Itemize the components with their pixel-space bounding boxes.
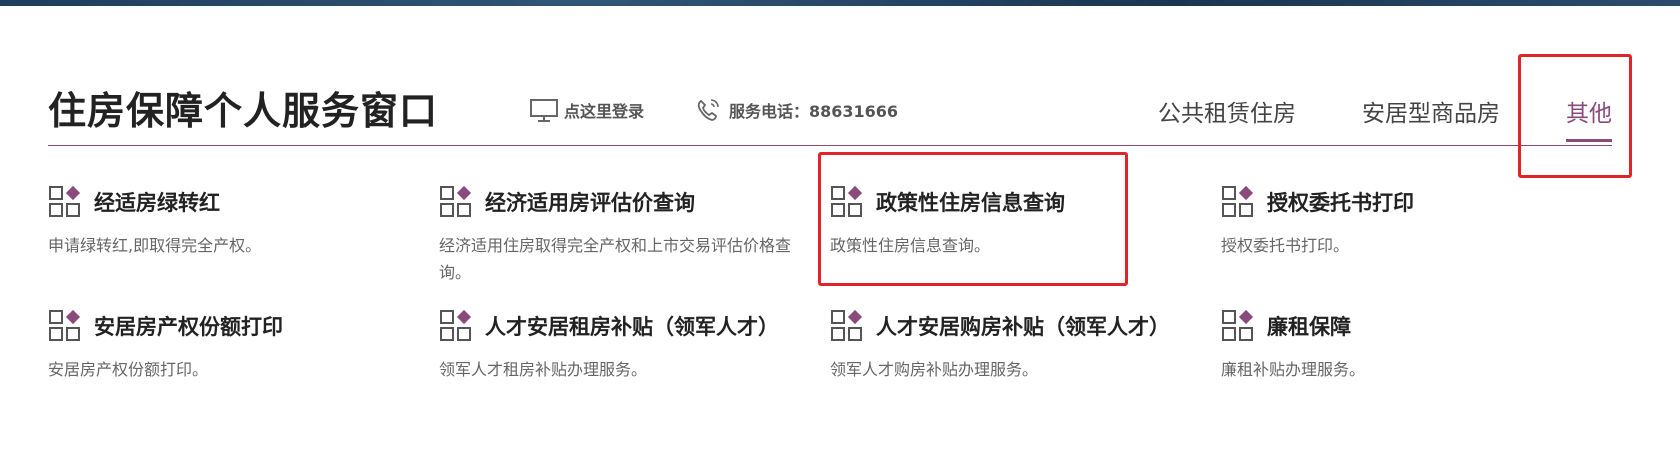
- service-title: 政策性住房信息查询: [876, 191, 1065, 215]
- grid-diamond-icon: [49, 309, 81, 341]
- service-title: 经适房绿转红: [94, 191, 220, 215]
- phone-label: 服务电话：88631666: [729, 102, 899, 121]
- service-card-property-share-print[interactable]: 安居房产权份额打印 安居房产权份额打印。: [48, 308, 439, 408]
- top-banner-image: [0, 0, 1680, 6]
- service-title: 人才安居购房补贴（领军人才）: [876, 315, 1170, 339]
- service-card-talent-rental-subsidy[interactable]: 人才安居租房补贴（领军人才） 领军人才租房补贴办理服务。: [439, 308, 830, 408]
- service-title: 人才安居租房补贴（领军人才）: [485, 315, 779, 339]
- monitor-icon: [530, 99, 558, 122]
- category-tabs: 公共租赁住房 安居型商品房 其他: [1092, 94, 1612, 142]
- grid-diamond-icon: [831, 185, 863, 217]
- service-card-talent-purchase-subsidy[interactable]: 人才安居购房补贴（领军人才） 领军人才购房补贴办理服务。: [830, 308, 1221, 408]
- grid-diamond-icon: [440, 185, 472, 217]
- service-grid: 经适房绿转红 申请绿转红,即取得完全产权。 经济适用房评估价查询 经济适用住房取…: [48, 184, 1608, 408]
- service-title: 授权委托书打印: [1267, 191, 1414, 215]
- grid-diamond-icon: [49, 185, 81, 217]
- grid-diamond-icon: [1222, 309, 1254, 341]
- grid-diamond-icon: [1222, 185, 1254, 217]
- grid-diamond-icon: [440, 309, 472, 341]
- tab-affordable-commodity-housing[interactable]: 安居型商品房: [1362, 94, 1500, 142]
- tab-label: 公共租赁住房: [1158, 101, 1296, 127]
- service-description: 授权委托书打印。: [1221, 236, 1350, 255]
- service-phone: 服务电话：88631666: [693, 96, 898, 124]
- service-description: 领军人才租房补贴办理服务。: [439, 360, 648, 379]
- header: 住房保障个人服务窗口 点这里登录 服务电话：88631666 公共租赁住房 安居…: [48, 70, 1612, 146]
- service-description: 申请绿转红,即取得完全产权。: [48, 236, 262, 255]
- service-title: 安居房产权份额打印: [94, 315, 283, 339]
- service-card-green-to-red[interactable]: 经适房绿转红 申请绿转红,即取得完全产权。: [48, 184, 439, 308]
- tab-label: 安居型商品房: [1362, 101, 1500, 127]
- phone-icon: [697, 99, 719, 121]
- service-description: 领军人才购房补贴办理服务。: [830, 360, 1039, 379]
- service-title: 经济适用房评估价查询: [485, 191, 695, 215]
- service-description: 廉租补贴办理服务。: [1221, 360, 1366, 379]
- service-description: 政策性住房信息查询。: [830, 236, 991, 255]
- service-card-affordable-valuation[interactable]: 经济适用房评估价查询 经济适用住房取得完全产权和上市交易评估价格查询。: [439, 184, 830, 308]
- tab-other[interactable]: 其他: [1566, 94, 1612, 142]
- service-title: 廉租保障: [1267, 315, 1351, 339]
- service-card-low-rent-housing[interactable]: 廉租保障 廉租补贴办理服务。: [1221, 308, 1608, 408]
- service-description: 经济适用住房取得完全产权和上市交易评估价格查询。: [439, 236, 792, 282]
- service-card-power-of-attorney-print[interactable]: 授权委托书打印 授权委托书打印。: [1221, 184, 1608, 308]
- login-link[interactable]: 点这里登录: [528, 96, 644, 124]
- service-card-policy-housing-query[interactable]: 政策性住房信息查询 政策性住房信息查询。: [830, 184, 1221, 308]
- service-description: 安居房产权份额打印。: [48, 360, 209, 379]
- header-divider: [48, 145, 1612, 146]
- tab-label: 其他: [1566, 101, 1612, 127]
- tab-public-rental-housing[interactable]: 公共租赁住房: [1158, 94, 1296, 142]
- grid-diamond-icon: [831, 309, 863, 341]
- page-title: 住房保障个人服务窗口: [48, 89, 439, 133]
- login-label: 点这里登录: [564, 102, 645, 121]
- page: 住房保障个人服务窗口 点这里登录 服务电话：88631666 公共租赁住房 安居…: [0, 0, 1680, 476]
